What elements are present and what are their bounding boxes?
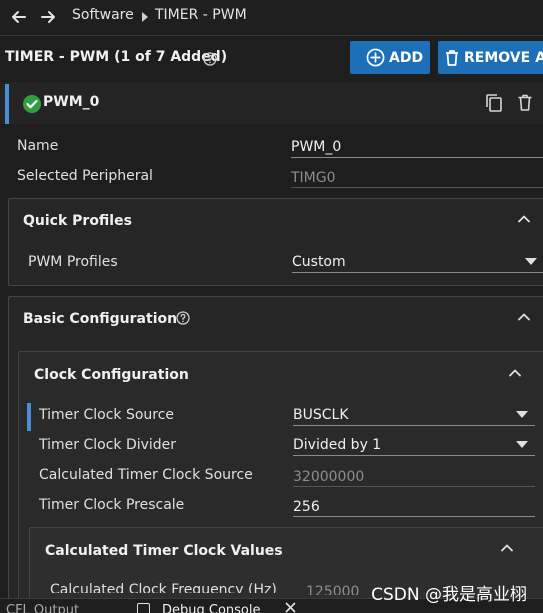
instance-selected-indicator [5,84,9,124]
pwm-profiles-underline [292,272,543,273]
name-field-underline [291,157,543,158]
basic-configuration-title[interactable]: Basic Configuration [23,311,177,327]
check-circle-icon [22,94,42,114]
tab-cfl-output[interactable]: CFL Output [6,603,79,613]
selected-peripheral-label: Selected Peripheral [17,168,153,184]
name-label: Name [17,138,59,154]
console-icon [137,603,150,613]
calculated-timer-clock-source-value: 32000000 [293,469,365,485]
delete-icon[interactable] [517,93,533,112]
dropdown-arrow-icon[interactable] [516,441,528,449]
row-selected-indicator [27,403,31,431]
timer-clock-prescale-underline [293,516,535,517]
watermark: CSDN @我是高业栩 [371,585,527,605]
pwm-profiles-select[interactable]: Custom [292,254,346,270]
chevron-up-icon[interactable] [508,366,522,380]
timer-clock-prescale-field[interactable]: 256 [293,499,320,515]
remove-all-button[interactable]: REMOVE AL [438,41,543,74]
remove-all-button-label: REMOVE AL [464,49,543,66]
add-button[interactable]: ADD [350,41,430,74]
close-icon[interactable] [285,602,296,613]
copy-icon[interactable] [485,93,503,113]
breadcrumb-current: TIMER - PWM [155,7,247,23]
selected-peripheral-underline [291,187,543,188]
dropdown-arrow-icon[interactable] [516,411,528,419]
back-arrow-icon[interactable] [9,7,29,27]
add-circle-icon [366,48,385,67]
timer-clock-divider-label: Timer Clock Divider [39,437,177,453]
clock-configuration-title[interactable]: Clock Configuration [34,367,189,383]
name-field[interactable]: PWM_0 [291,139,341,155]
pwm-profiles-label: PWM Profiles [28,254,118,270]
page-title: TIMER - PWM (1 of 7 Added) [5,49,228,65]
timer-clock-divider-underline [293,455,535,456]
help-icon[interactable] [203,52,217,66]
trash-icon [444,48,460,67]
chevron-up-icon[interactable] [500,541,514,555]
timer-clock-source-label: Timer Clock Source [39,407,175,423]
chevron-up-icon[interactable] [517,310,531,324]
timer-clock-prescale-label: Timer Clock Prescale [39,497,185,513]
help-icon[interactable] [176,311,190,325]
dropdown-arrow-icon[interactable] [525,258,537,266]
breadcrumb-software[interactable]: Software [72,7,134,23]
add-button-label: ADD [389,49,424,66]
calculated-timer-clock-source-underline [293,486,535,487]
quick-profiles-title[interactable]: Quick Profiles [23,213,132,229]
selected-peripheral-value: TIMG0 [291,170,336,186]
timer-clock-divider-select[interactable]: Divided by 1 [293,437,381,453]
calculated-timer-clock-values-title[interactable]: Calculated Timer Clock Values [45,543,283,559]
breadcrumb-separator-icon [142,12,148,22]
timer-clock-source-underline [293,425,535,426]
timer-clock-source-select[interactable]: BUSCLK [293,407,349,423]
chevron-up-icon[interactable] [517,212,531,226]
forward-arrow-icon[interactable] [38,7,58,27]
instance-name: PWM_0 [43,94,100,110]
calculated-timer-clock-source-label: Calculated Timer Clock Source [39,467,253,483]
tab-debug-console[interactable]: Debug Console [162,603,261,613]
